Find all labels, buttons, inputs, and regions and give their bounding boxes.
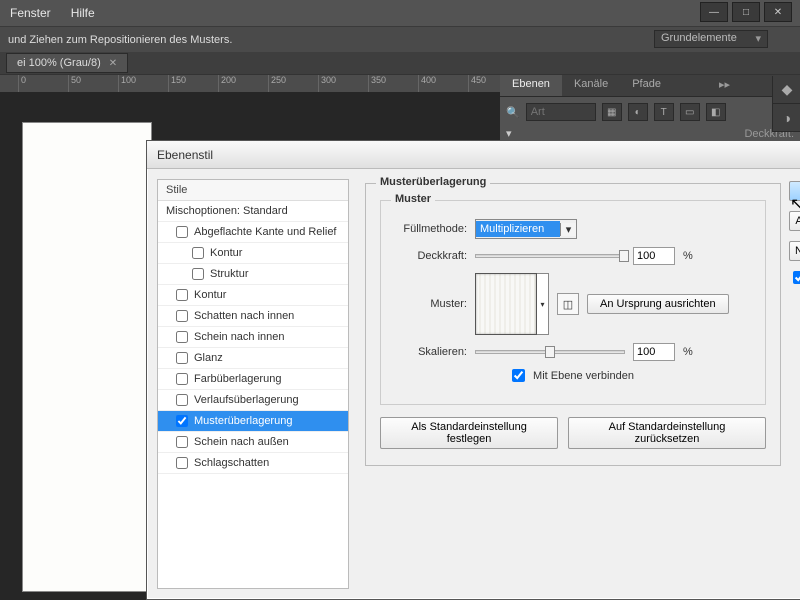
scale-label: Skalieren: (393, 346, 467, 358)
document-tab-strip: ei 100% (Grau/8) ✕ (0, 52, 800, 74)
style-blend-options[interactable]: Mischoptionen: Standard (158, 201, 348, 222)
styles-list: Stile Mischoptionen: Standard Abgeflacht… (157, 179, 349, 589)
pattern-overlay-fieldset: Musterüberlagerung Muster Füllmethode: M… (365, 183, 781, 466)
style-inner-shadow[interactable]: Schatten nach innen (158, 306, 348, 327)
checkbox[interactable] (176, 415, 188, 427)
opacity-input[interactable] (633, 247, 675, 265)
checkbox[interactable] (176, 436, 188, 448)
panel-collapse-icon[interactable]: ▸▸ (713, 75, 736, 96)
muster-group-title: Muster (391, 193, 435, 205)
checkbox[interactable] (176, 394, 188, 406)
style-pattern-overlay[interactable]: Musterüberlagerung (158, 411, 348, 432)
checkbox[interactable] (176, 331, 188, 343)
style-bevel[interactable]: Abgeflachte Kante und Relief (158, 222, 348, 243)
link-with-layer-label: Mit Ebene verbinden (533, 370, 634, 382)
reset-default-button[interactable]: Auf Standardeinstellung zurücksetzen (568, 417, 766, 449)
ruler-tick: 350 (368, 75, 418, 92)
minimize-button[interactable]: — (700, 2, 728, 22)
pattern-label: Muster: (393, 298, 467, 310)
ruler-tick: 100 (118, 75, 168, 92)
maximize-button[interactable]: □ (732, 2, 760, 22)
filter-shape-icon[interactable]: ▭ (680, 103, 700, 121)
layer-style-dialog: Ebenenstil Stile Mischoptionen: Standard… (146, 140, 800, 600)
style-drop-shadow[interactable]: Schlagschatten (158, 453, 348, 474)
snap-to-origin-button[interactable]: An Ursprung ausrichten (587, 294, 729, 314)
ruler-tick: 150 (168, 75, 218, 92)
scale-input[interactable] (633, 343, 675, 361)
style-gradient-overlay[interactable]: Verlaufsüberlagerung (158, 390, 348, 411)
ruler-tick: 250 (268, 75, 318, 92)
filter-text-icon[interactable]: T (654, 103, 674, 121)
style-inner-glow[interactable]: Schein nach innen (158, 327, 348, 348)
ruler-tick: 50 (68, 75, 118, 92)
checkbox[interactable] (176, 373, 188, 385)
ruler-tick: 400 (418, 75, 468, 92)
tab-ebenen[interactable]: Ebenen (500, 75, 562, 96)
hint-text: und Ziehen zum Repositionieren des Muste… (8, 34, 232, 46)
blend-mode-label: Füllmethode: (393, 223, 467, 235)
checkbox[interactable] (192, 247, 204, 259)
side-icon-rail: ◆ ◑ (772, 76, 800, 132)
side-button-a[interactable]: A (789, 211, 800, 231)
blend-mode-value: Multiplizieren (476, 221, 560, 237)
checkbox[interactable] (192, 268, 204, 280)
opacity-label: Deckkraft: (393, 250, 467, 262)
checkbox[interactable] (176, 457, 188, 469)
layers-icon[interactable]: ◆ (773, 76, 800, 104)
ok-button[interactable] (789, 181, 800, 201)
menu-fenster[interactable]: Fenster (10, 6, 51, 20)
new-preset-icon[interactable]: ◫ (557, 293, 579, 315)
filter-pixel-icon[interactable]: ▦ (602, 103, 622, 121)
layer-filter-input[interactable] (526, 103, 596, 121)
document-canvas[interactable] (22, 122, 152, 592)
checkbox[interactable] (176, 289, 188, 301)
styles-header: Stile (158, 180, 348, 201)
preview-checkbox[interactable] (793, 271, 800, 284)
style-color-overlay[interactable]: Farbüberlagerung (158, 369, 348, 390)
make-default-button[interactable]: Als Standardeinstellung festlegen (380, 417, 558, 449)
window-controls: — □ ✕ (700, 2, 792, 22)
blend-mode-combo[interactable]: Multiplizieren ▾ (475, 219, 577, 239)
section-title: Musterüberlagerung (376, 176, 490, 188)
scale-slider[interactable] (475, 350, 625, 354)
close-icon[interactable]: ✕ (109, 58, 117, 69)
style-outer-glow[interactable]: Schein nach außen (158, 432, 348, 453)
percent-label: % (683, 250, 693, 262)
side-button-n[interactable]: N (789, 241, 800, 261)
checkbox[interactable] (176, 310, 188, 322)
style-satin[interactable]: Glanz (158, 348, 348, 369)
ruler-tick: 0 (18, 75, 68, 92)
opacity-slider[interactable] (475, 254, 625, 258)
blend-mode-dropdown[interactable]: ▾ (506, 127, 606, 140)
style-stroke[interactable]: Kontur (158, 285, 348, 306)
ruler-tick: 200 (218, 75, 268, 92)
filter-smart-icon[interactable]: ◧ (706, 103, 726, 121)
chevron-down-icon[interactable]: ▾ (560, 223, 576, 236)
adjustments-icon[interactable]: ◑ (773, 104, 800, 132)
pattern-picker-dropdown[interactable]: ▾ (537, 273, 549, 335)
tab-kanaele[interactable]: Kanäle (562, 75, 620, 96)
layers-panel: Ebenen Kanäle Pfade ▸▸ ▾≡ 🔍 ▦ ◐ T ▭ ◧ ▾ … (500, 75, 800, 146)
filter-adjust-icon[interactable]: ◐ (628, 103, 648, 121)
percent-label: % (683, 346, 693, 358)
style-bevel-struktur[interactable]: Struktur (158, 264, 348, 285)
preset-dropdown[interactable]: Grundelemente (654, 30, 768, 48)
checkbox[interactable] (176, 352, 188, 364)
search-icon: 🔍 (506, 106, 520, 119)
tab-pfade[interactable]: Pfade (620, 75, 673, 96)
checkbox[interactable] (176, 226, 188, 238)
link-with-layer-checkbox[interactable] (512, 369, 525, 382)
menu-hilfe[interactable]: Hilfe (71, 6, 95, 20)
document-tab[interactable]: ei 100% (Grau/8) ✕ (6, 53, 128, 73)
document-tab-label: ei 100% (Grau/8) (17, 57, 101, 69)
dialog-title: Ebenenstil (147, 141, 800, 169)
close-button[interactable]: ✕ (764, 2, 792, 22)
dialog-action-column: A N (789, 169, 800, 599)
pattern-swatch[interactable] (475, 273, 537, 335)
style-bevel-kontur[interactable]: Kontur (158, 243, 348, 264)
menubar: Fenster Hilfe (0, 0, 800, 26)
ruler-tick: 300 (318, 75, 368, 92)
settings-column: Musterüberlagerung Muster Füllmethode: M… (349, 169, 789, 599)
